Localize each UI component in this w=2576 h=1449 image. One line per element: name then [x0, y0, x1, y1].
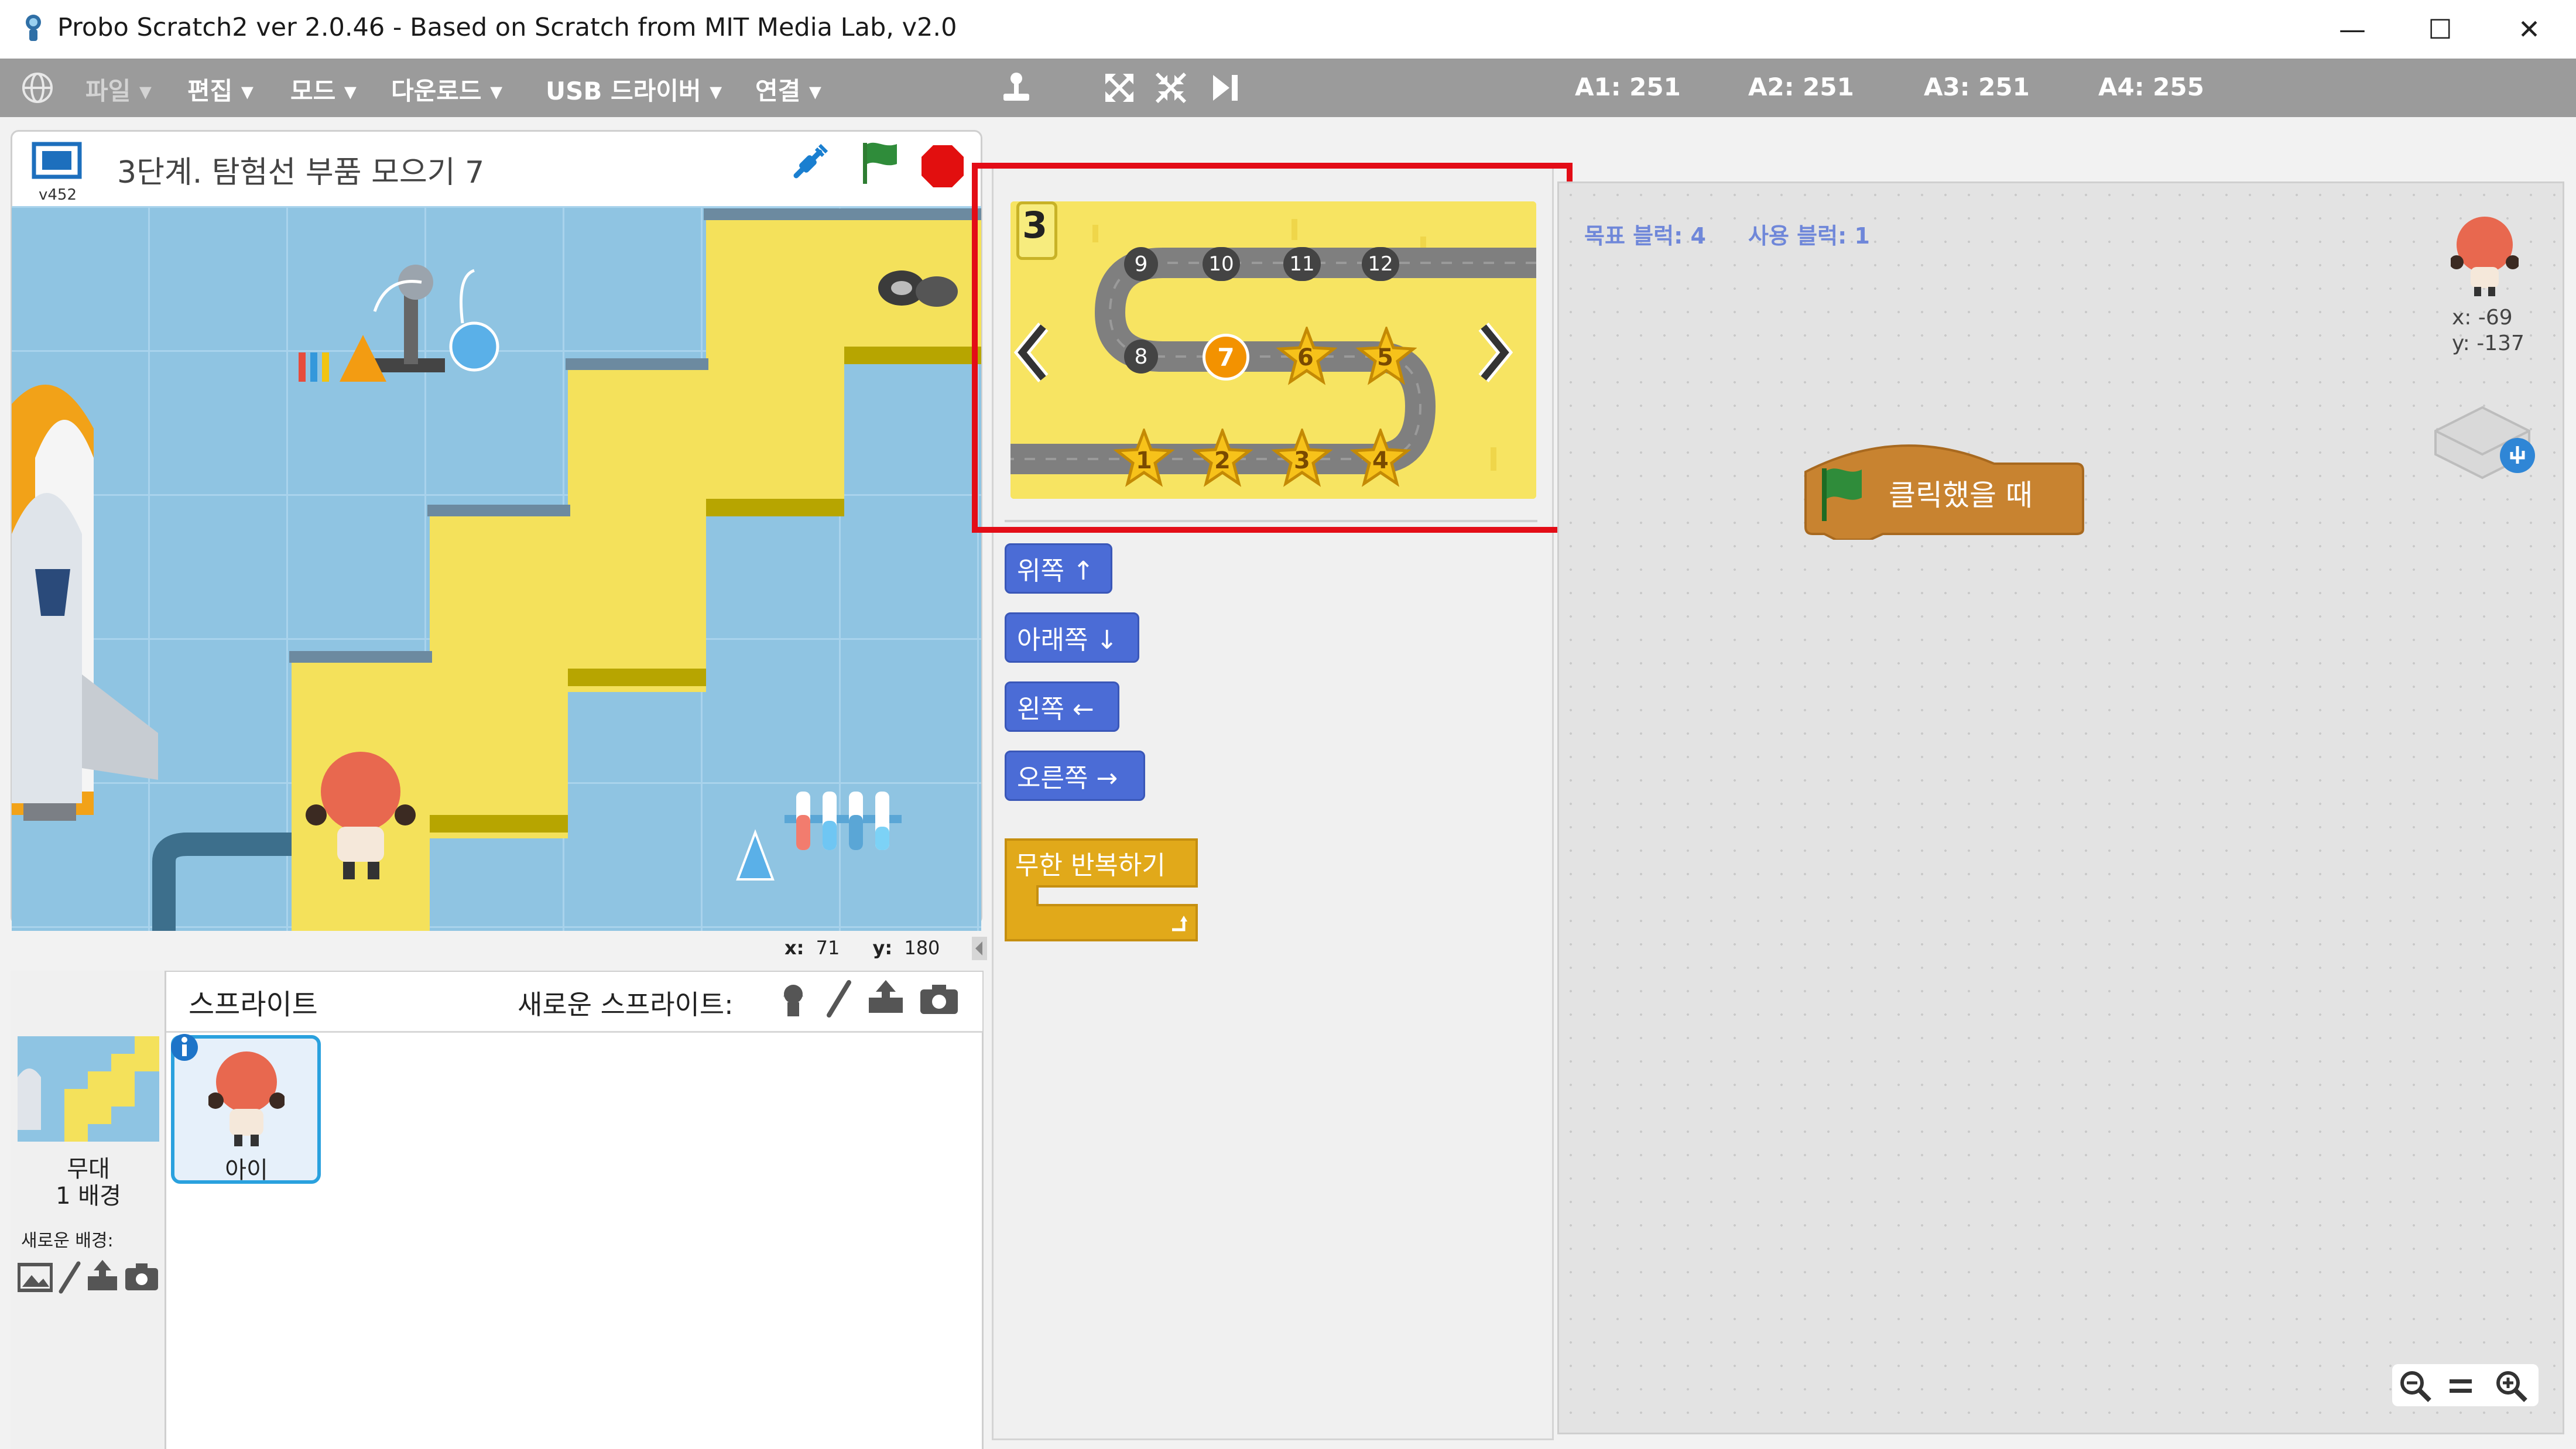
backdrop-library-icon[interactable] — [18, 1262, 53, 1293]
stage-thumbnail[interactable] — [18, 1036, 159, 1142]
script-area[interactable] — [1557, 181, 2564, 1434]
camera-icon[interactable] — [918, 981, 960, 1016]
collapse-stage-arrow-icon[interactable] — [972, 937, 987, 960]
window-title: Probo Scratch2 ver 2.0.46 - Based on Scr… — [57, 13, 957, 42]
stage-scene — [12, 206, 981, 931]
sprite-x-position: x: -69 — [2452, 306, 2513, 330]
connection-plug-icon[interactable] — [785, 141, 831, 187]
used-block-count: 사용 블럭: 1 — [1748, 223, 1870, 249]
stop-icon[interactable] — [920, 144, 965, 189]
paint-backdrop-icon[interactable] — [56, 1260, 83, 1295]
sensor-a2: A2: 251 — [1748, 73, 1854, 101]
block-up[interactable]: 위쪽 ↑ — [1005, 543, 1112, 594]
sprites-header-label: 스프라이트 — [189, 988, 318, 1021]
shrink-icon[interactable] — [1152, 69, 1190, 107]
target-block-count: 목표 블럭: 4 — [1584, 223, 1706, 249]
maximize-button[interactable]: ☐ — [2393, 0, 2487, 59]
sensor-a1: A1: 251 — [1575, 73, 1681, 101]
new-backdrop-label: 새로운 배경: — [21, 1231, 114, 1251]
menu-file[interactable]: 파일 ▾ — [85, 71, 152, 105]
globe-icon[interactable] — [20, 70, 55, 105]
mouse-coordinates: x: 71 y: 180 — [785, 937, 940, 959]
upload-backdrop-icon[interactable] — [85, 1258, 119, 1293]
green-flag-icon[interactable] — [856, 138, 903, 187]
minimize-button[interactable]: — — [2306, 0, 2399, 59]
project-title[interactable]: 3단계. 탐험선 부품 모으기 7 — [117, 148, 484, 191]
sprite-name-ai: 아이 — [225, 1157, 268, 1184]
block-right[interactable]: 오른쪽 → — [1005, 751, 1145, 801]
stamp-icon[interactable] — [998, 69, 1035, 107]
stage-canvas[interactable] — [12, 206, 981, 931]
sensor-a4: A4: 255 — [2098, 73, 2204, 101]
paint-brush-icon[interactable] — [822, 979, 857, 1020]
menu-connect[interactable]: 연결 ▾ — [755, 71, 821, 105]
probo-scratch-window: { "window": { "title": "Probo Scratch2 v… — [0, 0, 2576, 1449]
new-sprite-label: 새로운 스프라이트: — [518, 989, 734, 1020]
mouse-x-label: x: — [785, 937, 804, 959]
menu-download[interactable]: 다운로드 ▾ — [391, 71, 502, 105]
mouse-y-label: y: — [872, 937, 893, 959]
close-button[interactable]: ✕ — [2482, 0, 2576, 59]
hat-block-label: 클릭했을 때 — [1889, 478, 2033, 512]
step-icon[interactable] — [1206, 69, 1244, 107]
sensor-a3: A3: 251 — [1924, 73, 2030, 101]
menu-mode[interactable]: 모드 ▾ — [290, 71, 357, 105]
zoom-in-icon[interactable] — [2494, 1369, 2529, 1404]
sprite-y-position: y: -137 — [2452, 331, 2524, 355]
level-map-highlight-box — [972, 163, 1573, 533]
fullscreen-icon[interactable] — [30, 141, 83, 187]
info-icon[interactable] — [170, 1033, 199, 1062]
backdrop-camera-icon[interactable] — [124, 1262, 159, 1292]
version-label: v452 — [39, 186, 77, 204]
backdrop-count: 1 배경 — [56, 1183, 121, 1210]
block-left[interactable]: 왼쪽 ← — [1005, 681, 1119, 732]
grow-icon[interactable] — [1101, 69, 1138, 107]
current-sprite-icon[interactable] — [2451, 208, 2519, 296]
zoom-out-icon[interactable] — [2398, 1369, 2433, 1404]
probo-app-icon — [26, 15, 41, 41]
mouse-y-value: 180 — [904, 937, 940, 959]
block-down[interactable]: 아래쪽 ↓ — [1005, 612, 1139, 663]
forever-loop-label: 무한 반복하기 — [1015, 851, 1166, 881]
sprite-thumbnail-ai — [208, 1051, 285, 1146]
zoom-reset-icon[interactable] — [2446, 1373, 2475, 1399]
sprite-library-icon[interactable] — [773, 979, 814, 1020]
upload-sprite-icon[interactable] — [865, 977, 906, 1018]
menu-usb-driver[interactable]: USB 드라이버 ▾ — [546, 71, 722, 105]
probo-device-icon[interactable] — [2424, 390, 2541, 484]
menu-edit[interactable]: 편집 ▾ — [187, 71, 254, 105]
mouse-x-value: 71 — [816, 937, 840, 959]
